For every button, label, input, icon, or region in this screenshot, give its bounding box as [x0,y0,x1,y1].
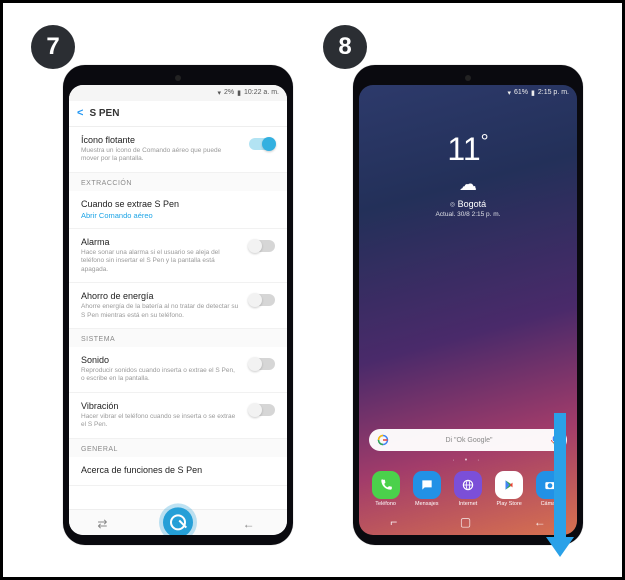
phone-app-icon [372,471,400,499]
battery-text: 61% [514,89,528,96]
touch-annotation-icon [163,508,193,535]
step-number: 7 [46,33,59,61]
spacer [359,218,577,425]
battery-icon: ▮ [237,89,241,97]
toggle-vibration[interactable] [249,404,275,416]
setting-link[interactable]: Abrir Comando aéreo [81,211,275,220]
setting-desc: Reproducir sonidos cuando inserta o extr… [81,367,239,384]
battery-text: 2% [224,89,234,96]
back-icon[interactable]: < [77,107,83,119]
mic-icon[interactable] [549,435,559,445]
city-label: ◎ Bogotá [359,199,577,209]
app-phone[interactable]: Teléfono [368,471,404,507]
wifi-icon: ▾ [507,89,511,97]
internet-app-icon [454,471,482,499]
settings-header[interactable]: < S PEN [69,101,287,127]
setting-title: Acerca de funciones de S Pen [81,465,275,475]
app-dock: Teléfono Mensajes Internet [359,467,577,509]
step-number: 8 [338,33,351,61]
app-messages[interactable]: Mensajes [409,471,445,507]
location-icon: ◎ [450,202,455,208]
recents-icon[interactable]: ⇄ [97,517,113,529]
screen-home: ▾ 61% ▮ 2:15 p. m. 11° ☁ ◎ Bogotá Actual… [359,85,577,535]
status-bar: ▾ 61% ▮ 2:15 p. m. [359,85,577,101]
setting-when-removed[interactable]: Cuando se extrae S Pen Abrir Comando aér… [69,191,287,229]
app-internet[interactable]: Internet [450,471,486,507]
city-name: Bogotá [458,199,487,209]
setting-about-spen[interactable]: Acerca de funciones de S Pen [69,457,287,486]
app-camera[interactable]: Cámara [532,471,568,507]
section-system: SISTEMA [69,329,287,347]
setting-alarm[interactable]: Alarma Hace sonar una alarma si el usuar… [69,229,287,283]
temperature: 11° [359,131,577,168]
app-playstore[interactable]: Play Store [491,471,527,507]
setting-floating-icon[interactable]: Ícono flotante Muestra un ícono de Coman… [69,127,287,173]
app-label: Play Store [496,501,521,507]
setting-sound[interactable]: Sonido Reproducir sonidos cuando inserta… [69,347,287,393]
page-title: S PEN [89,108,119,119]
earpiece [465,75,471,81]
setting-desc: Muestra un ícono de Comando aéreo que pu… [81,147,239,164]
toggle-alarm[interactable] [249,240,275,252]
google-logo-icon [377,434,389,446]
step-badge-8: 8 [323,25,367,69]
phone-mockup-settings: ▾ 2% ▮ 10:22 a. m. < S PEN Ícono flotant… [63,65,293,545]
android-navbar: ⌐ ▢ ← [359,509,577,535]
setting-title: Sonido [81,355,239,365]
step-badge-7: 7 [31,25,75,69]
degree-symbol: ° [481,131,489,153]
phone-mockup-home: ▾ 61% ▮ 2:15 p. m. 11° ☁ ◎ Bogotá Actual… [353,65,583,545]
playstore-app-icon [495,471,523,499]
toggle-sound[interactable] [249,358,275,370]
weather-updated: Actual. 30/8 2:15 p. m. [359,211,577,218]
weather-icon: ☁ [359,174,577,195]
setting-title: Cuando se extrae S Pen [81,199,275,209]
android-navbar: ⇄ ◻ ← [69,509,287,535]
clock: 10:22 a. m. [244,89,279,96]
earpiece [175,75,181,81]
setting-title: Ahorro de energía [81,291,239,301]
setting-power-saving[interactable]: Ahorro de energía Ahorre energía de la b… [69,283,287,329]
clock: 2:15 p. m. [538,89,569,96]
screen-settings: ▾ 2% ▮ 10:22 a. m. < S PEN Ícono flotant… [69,85,287,535]
page-indicator: · • · [359,457,577,464]
section-general: GENERAL [69,439,287,457]
status-bar: ▾ 2% ▮ 10:22 a. m. [69,85,287,101]
setting-title: Alarma [81,237,239,247]
weather-widget[interactable]: 11° ☁ ◎ Bogotá Actual. 30/8 2:15 p. m. [359,131,577,218]
google-search-bar[interactable]: Di "Ok Google" [369,429,567,451]
search-hint: Di "Ok Google" [446,437,493,444]
app-label: Teléfono [375,501,396,507]
toggle-power-saving[interactable] [249,294,275,306]
messages-app-icon [413,471,441,499]
back-nav-icon[interactable]: ← [243,517,259,529]
app-label: Cámara [541,501,561,507]
setting-title: Vibración [81,401,239,411]
setting-desc: Hace sonar una alarma si el usuario se a… [81,249,239,274]
camera-app-icon [536,471,564,499]
app-label: Mensajes [415,501,439,507]
setting-desc: Ahorre energía de la batería al no trata… [81,303,239,320]
setting-desc: Hacer vibrar el teléfono cuando se inser… [81,413,239,430]
recents-icon[interactable]: ⌐ [390,515,397,529]
setting-vibration[interactable]: Vibración Hacer vibrar el teléfono cuand… [69,393,287,439]
battery-icon: ▮ [531,89,535,97]
back-nav-icon[interactable]: ← [534,515,546,529]
section-extraction: EXTRACCIÓN [69,173,287,191]
wifi-icon: ▾ [217,89,221,97]
home-icon[interactable]: ▢ [460,515,471,529]
setting-title: Ícono flotante [81,135,239,145]
toggle-floating-icon[interactable] [249,138,275,150]
app-label: Internet [459,501,478,507]
instruction-panel: 7 8 ▾ 2% ▮ 10:22 a. m. < S PEN Ícono flo… [0,0,625,580]
settings-list: Ícono flotante Muestra un ícono de Coman… [69,127,287,509]
temp-value: 11 [447,131,480,167]
